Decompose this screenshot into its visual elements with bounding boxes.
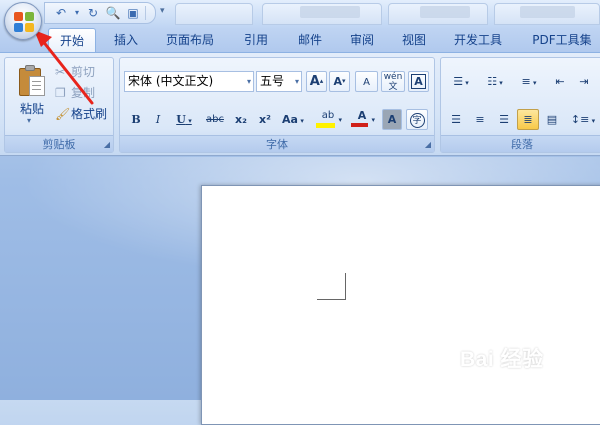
- clipboard-launcher-icon[interactable]: ◢: [104, 140, 110, 149]
- font-color-button[interactable]: A ▾: [347, 109, 377, 130]
- paste-button-label[interactable]: 粘贴: [15, 100, 49, 117]
- decrease-indent-button[interactable]: ⇤: [549, 71, 571, 92]
- scissors-icon: ✂: [55, 65, 66, 79]
- bullet-list-icon: ☰: [453, 75, 464, 88]
- multilevel-list-icon: ≡: [521, 75, 531, 88]
- document-page[interactable]: [201, 185, 600, 425]
- bullets-button[interactable]: ☰ ▾: [445, 71, 477, 92]
- brush-icon: 🖌: [55, 107, 71, 121]
- save-icon[interactable]: ▣: [125, 5, 141, 21]
- window-title-blur: [520, 6, 575, 18]
- character-border-button[interactable]: A: [408, 71, 429, 92]
- font-size-combo[interactable]: 五号 ▾: [256, 71, 302, 92]
- increase-indent-button[interactable]: ⇥: [573, 71, 595, 92]
- tab-references[interactable]: 引用: [234, 28, 278, 52]
- group-paragraph: ☰ ▾ ☷ ▾ ≡ ▾ ⇤ ⇥ ☰ ≡ ☰ ≣ ▤ ↕≡ ▾ 段落: [440, 57, 600, 153]
- strikethrough-button[interactable]: abc: [202, 109, 228, 130]
- group-clipboard: 粘贴 ▾ ✂ 剪切 ❐ 复制 🖌格式刷 剪贴板 ◢: [4, 57, 114, 153]
- group-label-paragraph: 段落: [441, 135, 600, 152]
- justify-button[interactable]: ≣: [517, 109, 539, 130]
- eraser-icon: A: [363, 77, 370, 88]
- tab-review[interactable]: 审阅: [340, 28, 384, 52]
- line-spacing-icon: ↕≡: [570, 113, 590, 126]
- font-name-combo[interactable]: 宋体 (中文正文) ▾: [124, 71, 254, 92]
- line-spacing-button[interactable]: ↕≡ ▾: [567, 109, 599, 130]
- shrink-font-button[interactable]: A▾: [329, 71, 350, 92]
- distributed-button[interactable]: ▤: [541, 109, 563, 130]
- paste-dropdown-icon[interactable]: ▾: [27, 116, 31, 125]
- numbering-button[interactable]: ☷ ▾: [479, 71, 511, 92]
- font-launcher-icon[interactable]: ◢: [425, 140, 431, 149]
- decrease-indent-icon: ⇤: [555, 75, 565, 88]
- bold-button[interactable]: B: [126, 109, 146, 130]
- copy-icon: ❐: [55, 86, 66, 100]
- chevron-down-icon: ▾: [246, 77, 251, 86]
- group-font: 宋体 (中文正文) ▾ 五号 ▾ A▴ A▾ A wén 文 A B I U ▾: [119, 57, 435, 153]
- subscript-button[interactable]: x₂: [230, 109, 252, 130]
- align-right-icon: ☰: [499, 113, 509, 126]
- italic-button[interactable]: I: [148, 109, 168, 130]
- window-title-blur: [420, 6, 470, 18]
- group-label-font: 字体: [120, 135, 434, 152]
- grow-font-button[interactable]: A▴: [306, 71, 327, 92]
- underline-button[interactable]: U ▾: [170, 109, 198, 130]
- align-center-button[interactable]: ≡: [469, 109, 491, 130]
- qat-separator: [145, 6, 146, 20]
- format-painter-button[interactable]: 🖌格式刷: [55, 105, 107, 123]
- superscript-button[interactable]: x²: [254, 109, 276, 130]
- watermark-logo: Bai 经验: [460, 348, 544, 371]
- office-button[interactable]: [4, 2, 42, 40]
- watermark: Bai 经验 jingyan.baidu.com: [460, 343, 544, 384]
- tab-pdf-tools[interactable]: PDF工具集: [524, 28, 600, 52]
- customize-qat-icon[interactable]: ▾: [160, 6, 165, 16]
- copy-button[interactable]: ❐ 复制: [55, 84, 95, 102]
- tab-developer[interactable]: 开发工具: [446, 28, 510, 52]
- tab-view[interactable]: 视图: [392, 28, 436, 52]
- title-bar: ↶ ▾ ↻ 🔍 ▣ ▾: [0, 0, 600, 28]
- ribbon: 粘贴 ▾ ✂ 剪切 ❐ 复制 🖌格式刷 剪贴板 ◢ 宋体 (中文正文) ▾ 五号 ▾…: [0, 52, 600, 156]
- multilevel-list-button[interactable]: ≡ ▾: [513, 71, 545, 92]
- watermark-url: jingyan.baidu.com: [462, 373, 543, 384]
- tab-mailings[interactable]: 邮件: [288, 28, 332, 52]
- ribbon-tabs: 开始 插入 页面布局 引用 邮件 审阅 视图 开发工具 PDF工具集: [0, 28, 600, 52]
- margin-corner-mark: [345, 273, 346, 300]
- align-left-icon: ☰: [451, 113, 461, 126]
- numbered-list-icon: ☷: [487, 75, 498, 88]
- align-right-button[interactable]: ☰: [493, 109, 515, 130]
- redo-icon[interactable]: ↻: [85, 5, 101, 21]
- distributed-icon: ▤: [546, 113, 558, 126]
- chevron-down-icon: ▾: [294, 77, 299, 86]
- margin-corner-mark: [317, 299, 346, 300]
- increase-indent-icon: ⇥: [579, 75, 589, 88]
- tab-page-layout[interactable]: 页面布局: [158, 28, 222, 52]
- paste-icon[interactable]: [17, 64, 47, 98]
- highlight-color-button[interactable]: ab ▾: [312, 109, 344, 130]
- tab-home[interactable]: 开始: [48, 28, 96, 52]
- character-shading-button[interactable]: A: [382, 109, 402, 130]
- justify-icon: ≣: [523, 113, 533, 126]
- align-left-button[interactable]: ☰: [445, 109, 467, 130]
- enclose-characters-button[interactable]: 字: [406, 109, 428, 130]
- undo-icon[interactable]: ↶: [53, 5, 69, 21]
- quick-access-toolbar: ↶ ▾ ↻ 🔍 ▣: [44, 2, 156, 24]
- change-case-button[interactable]: Aa ▾: [278, 109, 308, 130]
- align-center-icon: ≡: [475, 113, 485, 126]
- font-color-swatch: [351, 123, 368, 127]
- highlight-swatch: [316, 123, 335, 128]
- dropdown-arrow-icon[interactable]: ▾: [73, 5, 81, 21]
- phonetic-guide-button[interactable]: wén 文: [381, 71, 405, 92]
- window-tab-1: [175, 3, 253, 25]
- office-logo-icon: [14, 12, 34, 32]
- window-title-blur: [300, 6, 360, 18]
- clear-format-button[interactable]: A: [355, 71, 378, 92]
- group-label-clipboard: 剪贴板: [5, 135, 113, 152]
- cut-button[interactable]: ✂ 剪切: [55, 63, 95, 81]
- tab-insert[interactable]: 插入: [104, 28, 148, 52]
- print-preview-icon[interactable]: 🔍: [105, 5, 121, 21]
